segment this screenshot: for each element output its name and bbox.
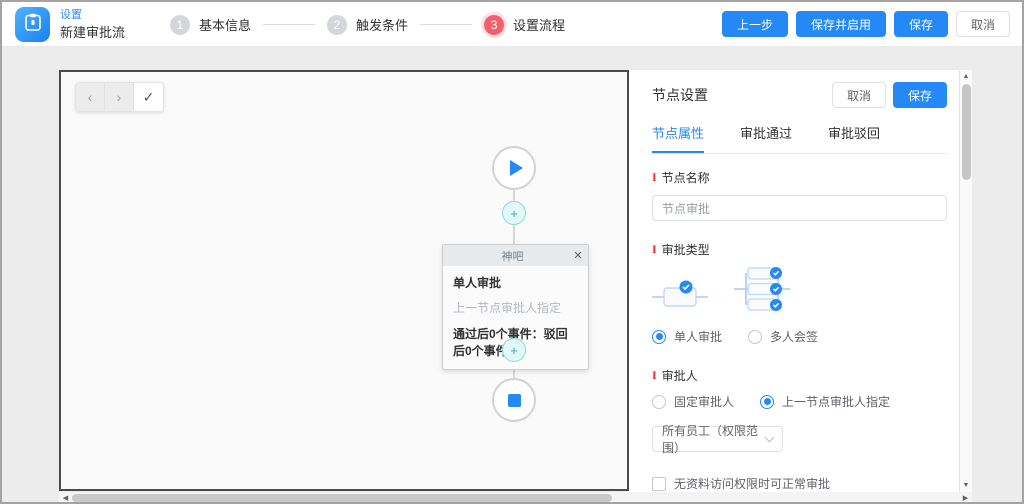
scroll-right-arrow[interactable]: ▶ [959, 492, 972, 504]
panel-vertical-scrollbar[interactable]: ▲ ▼ [959, 70, 972, 492]
tab-approval-reject[interactable]: 审批驳回 [828, 123, 880, 153]
radio-previous-node-approver[interactable] [760, 395, 774, 409]
chevron-down-icon [765, 433, 775, 443]
panel-cancel-button[interactable]: 取消 [832, 82, 886, 108]
flow-canvas[interactable]: ‹ › ✓ + 神吧 ✕ 单人审批 上一节点审批人指定 通过后0个事件：驳回后0… [59, 70, 629, 491]
redo-button[interactable]: › [105, 83, 134, 111]
approver-label: I 审批人 [652, 367, 947, 384]
step-indicator: 1 基本信息 2 触发条件 3 设置流程 [170, 2, 565, 47]
flow-start-node[interactable] [492, 146, 536, 190]
close-icon[interactable]: ✕ [568, 249, 588, 262]
cancel-button[interactable]: 取消 [956, 11, 1010, 37]
panel-title: 节点设置 [652, 85, 708, 105]
step-connector [263, 24, 315, 25]
radio-single-approval[interactable] [652, 330, 666, 344]
panel-header: 节点设置 取消 保存 [652, 82, 947, 108]
permission-checkbox[interactable] [652, 477, 666, 491]
step-3-circle: 3 [484, 15, 504, 35]
radio-multi-countersign[interactable] [748, 330, 762, 344]
step-basic-info: 1 基本信息 [170, 15, 251, 35]
scroll-up-arrow[interactable]: ▲ [960, 70, 972, 83]
header-titles: 设置 新建审批流 [60, 7, 125, 42]
step-setup-flow: 3 设置流程 [484, 15, 565, 35]
multi-countersign-icon[interactable] [734, 267, 790, 316]
panel-actions: 取消 保存 [832, 82, 947, 108]
vertical-scroll-thumb[interactable] [962, 84, 971, 180]
scope-select[interactable]: 所有员工（权限范围） [652, 426, 783, 452]
node-card-approver: 上一节点审批人指定 [453, 299, 578, 316]
flow-end-node[interactable] [492, 378, 536, 422]
required-mark: I [652, 170, 657, 185]
node-card-title: 神吧 [443, 248, 568, 264]
panel-tabs: 节点属性 审批通过 审批驳回 [652, 123, 947, 154]
step-connector [420, 24, 472, 25]
undo-button[interactable]: ‹ [76, 83, 105, 111]
scroll-left-arrow[interactable]: ◀ [59, 492, 72, 504]
required-mark: I [652, 242, 657, 257]
app-logo [15, 7, 50, 42]
step-1-circle: 1 [170, 15, 190, 35]
add-node-button-bottom[interactable]: + [502, 338, 526, 362]
radio-fixed-approver-label[interactable]: 固定审批人 [674, 393, 734, 410]
node-settings-panel: 节点设置 取消 保存 节点属性 审批通过 审批驳回 I 节点名称 I 审批类型 [629, 70, 959, 492]
scroll-down-arrow[interactable]: ▼ [960, 479, 972, 492]
single-approval-icon[interactable] [652, 275, 708, 316]
clipboard-icon [25, 13, 41, 36]
permission-checkbox-label[interactable]: 无资料访问权限时可正常审批 [674, 475, 830, 492]
radio-single-approval-label[interactable]: 单人审批 [674, 328, 722, 345]
play-icon [510, 160, 523, 176]
node-card-header: 神吧 ✕ [443, 245, 588, 266]
radio-previous-node-approver-label[interactable]: 上一节点审批人指定 [782, 393, 890, 410]
step-trigger-condition: 2 触发条件 [327, 15, 408, 35]
prev-step-button[interactable]: 上一步 [722, 11, 788, 37]
horizontal-scroll-thumb[interactable] [72, 494, 612, 502]
header-actions: 上一步 保存并启用 保存 取消 [722, 11, 1010, 37]
tab-node-properties[interactable]: 节点属性 [652, 123, 704, 153]
app-window: 设置 新建审批流 1 基本信息 2 触发条件 3 设置流程 上一步 保存并启用 … [0, 0, 1024, 504]
approval-type-label: I 审批类型 [652, 241, 947, 258]
scope-select-value: 所有员工（权限范围） [662, 422, 766, 456]
panel-save-button[interactable]: 保存 [893, 82, 947, 108]
add-node-button-top[interactable]: + [502, 201, 526, 225]
header: 设置 新建审批流 1 基本信息 2 触发条件 3 设置流程 上一步 保存并启用 … [2, 2, 1022, 47]
approver-options: 固定审批人 上一节点审批人指定 [652, 393, 947, 410]
approval-type-icons [652, 272, 947, 316]
page-title: 新建审批流 [60, 23, 125, 42]
save-and-enable-button[interactable]: 保存并启用 [796, 11, 886, 37]
confirm-check-button[interactable]: ✓ [134, 83, 163, 111]
node-name-label: I 节点名称 [652, 169, 947, 186]
horizontal-scrollbar[interactable]: ◀ ▶ [59, 492, 972, 504]
radio-multi-countersign-label[interactable]: 多人会签 [770, 328, 818, 345]
step-2-circle: 2 [327, 15, 347, 35]
tab-approval-pass[interactable]: 审批通过 [740, 123, 792, 153]
canvas-toolbar: ‹ › ✓ [75, 82, 164, 112]
app-section-label: 设置 [60, 7, 125, 23]
step-3-label: 设置流程 [513, 15, 565, 34]
stop-icon [508, 394, 521, 407]
save-button[interactable]: 保存 [894, 11, 948, 37]
permission-checkbox-row: 无资料访问权限时可正常审批 [652, 475, 947, 492]
step-2-label: 触发条件 [356, 15, 408, 34]
node-card-type: 单人审批 [453, 274, 578, 291]
radio-fixed-approver[interactable] [652, 395, 666, 409]
approval-type-options: 单人审批 多人会签 [652, 328, 947, 345]
required-mark: I [652, 368, 657, 383]
step-1-label: 基本信息 [199, 15, 251, 34]
node-name-input[interactable] [652, 195, 947, 221]
